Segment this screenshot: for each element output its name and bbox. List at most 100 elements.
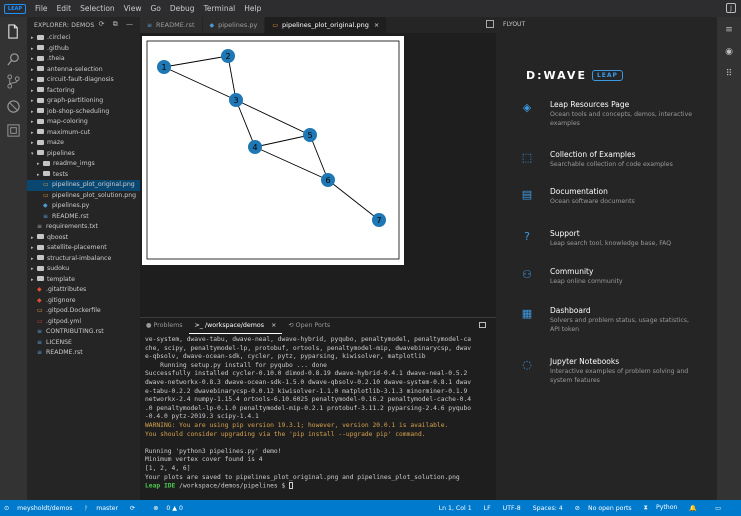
- tree-item-label: LICENSE: [46, 338, 72, 346]
- panel-tab[interactable]: ● Problems: [140, 318, 189, 334]
- status-label: Python: [655, 504, 678, 511]
- file-item[interactable]: ≡ README.rst: [27, 212, 140, 223]
- apps-grid-icon[interactable]: ⠿: [724, 69, 734, 79]
- editor-tab[interactable]: ≡ README.rst: [140, 17, 202, 33]
- flyout-item-title[interactable]: Leap Resources Page: [550, 100, 629, 109]
- status-right-item[interactable]: LF: [484, 505, 497, 512]
- file-item[interactable]: ▭ pipelines_plot_solution.png: [27, 191, 140, 202]
- terminal-line: dwave-networkx-0.8.3 dwave-ocean-sdk-1.5…: [145, 378, 472, 386]
- flyout-item-title[interactable]: Dashboard: [550, 306, 591, 315]
- file-item[interactable]: ◆ .gitattributes: [27, 285, 140, 296]
- status-icon: ⊙: [4, 504, 12, 512]
- status-right-item[interactable]: ▭: [715, 505, 733, 512]
- folder-item[interactable]: ▸ .github: [27, 44, 140, 55]
- collection-examples-icon: ⬚: [521, 151, 533, 164]
- search-icon[interactable]: [6, 52, 21, 67]
- flyout-item-title[interactable]: Collection of Examples: [550, 150, 636, 159]
- editor-tab[interactable]: ▭ pipelines_plot_original.png ×: [265, 17, 387, 33]
- terminal-line: e-tabu-0.2.2 dwavebinarycsp-0.0.12 kiwis…: [145, 387, 468, 395]
- status-left-item[interactable]: ⟳: [130, 505, 147, 512]
- folder-icon: [37, 87, 44, 92]
- folder-item[interactable]: ▸ factoring: [27, 86, 140, 97]
- account-icon[interactable]: J: [726, 3, 736, 13]
- plot-frame: [146, 40, 400, 260]
- menu-lines-icon[interactable]: ≡: [724, 25, 734, 35]
- folder-item[interactable]: ▸ circuit-fault-diagnosis: [27, 75, 140, 86]
- panel-tab[interactable]: ⟲ Open Ports: [282, 318, 336, 334]
- folder-item[interactable]: ▸ template: [27, 275, 140, 286]
- terminal-prompt[interactable]: Leap IDE /workspace/demos/pipelines $: [145, 482, 491, 491]
- folder-item[interactable]: ▸ tests: [27, 170, 140, 181]
- folder-item[interactable]: ▸ maze: [27, 138, 140, 149]
- split-editor-icon[interactable]: [486, 20, 494, 28]
- menu-item-go[interactable]: Go: [150, 4, 160, 13]
- tree-item-label: map-coloring: [47, 118, 88, 125]
- community-icon: ⚇: [522, 268, 532, 281]
- file-item[interactable]: ≡ CONTRIBUTING.rst: [27, 327, 140, 338]
- extensions-icon[interactable]: [6, 123, 21, 138]
- status-left-item[interactable]: ᚹ master: [85, 505, 125, 512]
- folder-item[interactable]: ▸ graph-partitioning: [27, 96, 140, 107]
- panel-tab[interactable]: >_ /workspace/demos ×: [188, 318, 283, 334]
- source-control-icon[interactable]: [6, 74, 21, 89]
- debug-icon[interactable]: [6, 99, 21, 114]
- flyout-item-title[interactable]: Community: [550, 267, 593, 276]
- github-icon[interactable]: ◉: [724, 47, 734, 57]
- file-item[interactable]: ≡ README.rst: [27, 348, 140, 359]
- file-item[interactable]: ▭ .gitpod.Dockerfile: [27, 306, 140, 317]
- file-item[interactable]: ▭ .gitpod.yml: [27, 317, 140, 328]
- status-right-item[interactable]: Ln 1, Col 1: [439, 505, 478, 512]
- folder-item[interactable]: ▸ antenna-selection: [27, 65, 140, 76]
- folder-item[interactable]: ▸ .theia: [27, 54, 140, 65]
- file-item[interactable]: ◆ pipelines.py: [27, 201, 140, 212]
- status-left-item[interactable]: ⊗ 0 ▲ 0: [153, 505, 189, 512]
- folder-item[interactable]: ▸ .circleci: [27, 33, 140, 44]
- status-right-item[interactable]: UTF-8: [503, 505, 527, 512]
- menu-item-view[interactable]: View: [124, 4, 142, 13]
- graph-node-label: 5: [307, 131, 312, 140]
- folder-item[interactable]: ▸ structural-imbalance: [27, 254, 140, 265]
- file-item[interactable]: ▭ pipelines_plot_original.png: [27, 180, 140, 191]
- menu-item-file[interactable]: File: [35, 4, 48, 13]
- folder-icon: [37, 244, 44, 250]
- folder-item[interactable]: ▸ sudoku: [27, 264, 140, 275]
- folder-item[interactable]: ▾ pipelines: [27, 149, 140, 160]
- folder-icon: [37, 118, 44, 124]
- folder-item[interactable]: ▸ qboost: [27, 233, 140, 244]
- explorer-actions[interactable]: ⟳ ⧉ —: [99, 20, 136, 29]
- explorer-icon[interactable]: [6, 24, 21, 39]
- terminal[interactable]: ve-system, dwave-tabu, dwave-neal, dwave…: [140, 334, 496, 493]
- folder-item[interactable]: ▸ satellite-placement: [27, 243, 140, 254]
- folder-item[interactable]: ▸ maximum-cut: [27, 128, 140, 139]
- terminal-line: Running setup.py install for pyqubo ... …: [145, 361, 327, 369]
- close-icon[interactable]: ×: [374, 21, 379, 29]
- flyout-item-title[interactable]: Support: [550, 229, 580, 238]
- status-right-item[interactable]: 🔔: [689, 504, 709, 512]
- status-right-item[interactable]: ⧗ Python: [644, 504, 684, 512]
- tree-item-label: pipelines: [47, 149, 75, 157]
- status-right-item[interactable]: Spaces: 4: [533, 505, 569, 512]
- folder-item[interactable]: ▸ readme_imgs: [27, 159, 140, 170]
- menu-item-help[interactable]: Help: [244, 4, 261, 13]
- status-right-item[interactable]: ⊘ No open ports: [575, 505, 638, 512]
- maximize-panel-icon[interactable]: [479, 322, 486, 328]
- file-item[interactable]: ≡ requirements.txt: [27, 222, 140, 233]
- flyout-item-title[interactable]: Jupyter Notebooks: [550, 357, 619, 366]
- file-item[interactable]: ◆ .gitignore: [27, 296, 140, 307]
- panel-tab-label: Open Ports: [295, 322, 331, 329]
- editor-tab[interactable]: ◆ pipelines.py: [202, 17, 265, 33]
- menu-item-terminal[interactable]: Terminal: [204, 4, 236, 13]
- menu-item-debug[interactable]: Debug: [170, 4, 195, 13]
- status-left-item[interactable]: ⊙ meysholdt/demos: [4, 505, 79, 512]
- file-item[interactable]: ≡ LICENSE: [27, 338, 140, 349]
- flyout-item-title[interactable]: Documentation: [550, 187, 608, 196]
- flyout-item-subtitle: Solvers and problem status, usage statis…: [550, 317, 689, 333]
- menu-item-edit[interactable]: Edit: [57, 4, 72, 13]
- folder-item[interactable]: ▸ map-coloring: [27, 117, 140, 128]
- tree-item-label: factoring: [47, 86, 75, 94]
- menu-item-selection[interactable]: Selection: [80, 4, 115, 13]
- folder-icon: [43, 160, 50, 166]
- bottom-panel: ● Problems >_ /workspace/demos × ⟲ Open Po…: [140, 317, 496, 500]
- folder-item[interactable]: ▸ job-shop-scheduling: [27, 107, 140, 118]
- close-icon[interactable]: ×: [269, 322, 276, 329]
